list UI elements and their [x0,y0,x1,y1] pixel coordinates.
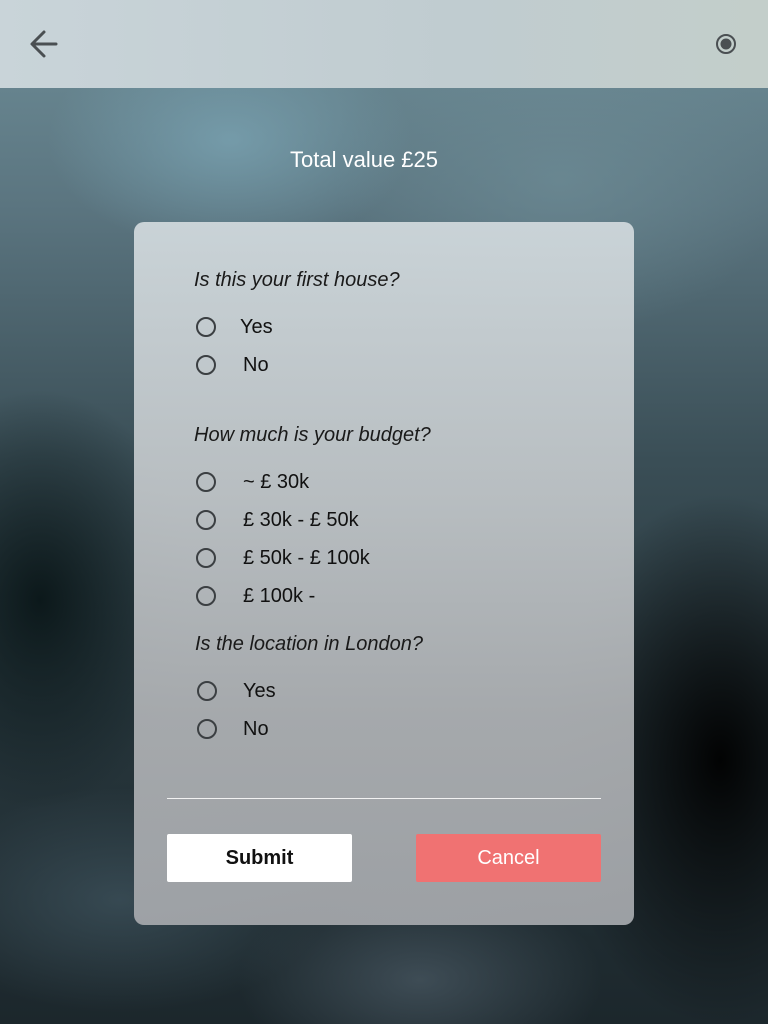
radio-target-icon [716,34,736,54]
option-label: ~ £ 30k [243,471,310,493]
radio-button[interactable] [197,719,217,739]
radio-button[interactable] [196,510,216,530]
top-bar [0,0,768,88]
radio-button[interactable] [196,355,216,375]
option-label: No [243,718,269,740]
radio-button[interactable] [196,317,216,337]
option-budget-50k-100k[interactable]: £ 50k - £ 100k [194,543,554,573]
question-budget: How much is your budget? [194,424,431,446]
option-budget-30k-50k[interactable]: £ 30k - £ 50k [194,505,554,535]
questionnaire-card: Is this your first house? Yes No How muc… [134,222,634,925]
divider [167,798,601,799]
record-button[interactable] [712,30,740,58]
radio-button[interactable] [196,548,216,568]
cancel-button[interactable]: Cancel [416,834,601,882]
radio-button[interactable] [197,681,217,701]
option-budget-over-100k[interactable]: £ 100k - [194,581,554,611]
option-label: £ 100k - [243,585,316,607]
submit-button[interactable]: Submit [167,834,352,882]
option-london-yes[interactable]: Yes [195,676,555,706]
option-london-no[interactable]: No [195,714,555,744]
total-value-label: Total value £25 [290,147,438,172]
option-label: Yes [243,680,276,702]
option-label: £ 30k - £ 50k [243,509,359,531]
arrow-left-icon [30,30,58,58]
option-label: £ 50k - £ 100k [243,547,370,569]
option-first-house-yes[interactable]: Yes [194,312,554,342]
question-location-london: Is the location in London? [195,633,423,655]
option-first-house-no[interactable]: No [194,350,554,380]
radio-button[interactable] [196,586,216,606]
option-budget-under-30k[interactable]: ~ £ 30k [194,467,554,497]
option-label: No [243,354,269,376]
option-label: Yes [240,316,273,338]
radio-button[interactable] [196,472,216,492]
total-value: Total value £25 [0,143,728,177]
question-first-house: Is this your first house? [194,269,400,291]
back-button[interactable] [24,24,64,64]
app-screen: Total value £25 Is this your first house… [0,0,768,1024]
